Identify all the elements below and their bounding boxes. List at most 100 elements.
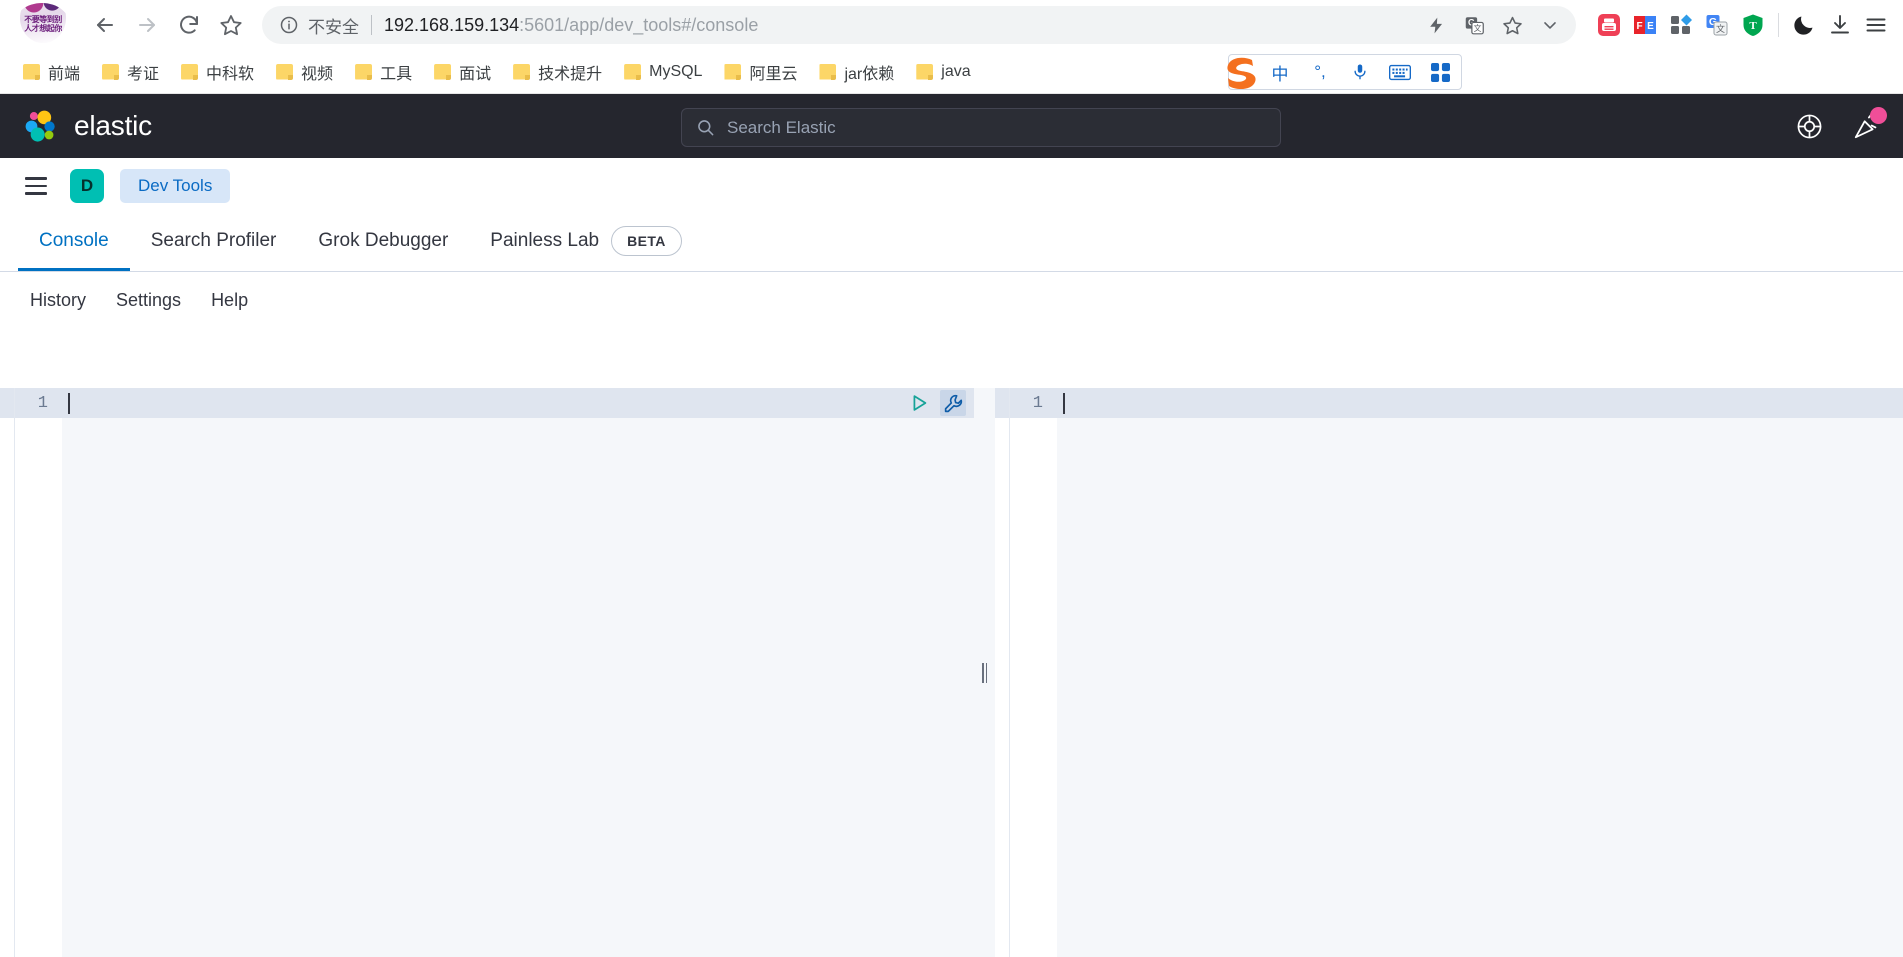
bookmark-item[interactable]: 阿里云 bbox=[715, 56, 806, 88]
sogou-ime-toolbar: 中 °, bbox=[1227, 54, 1462, 90]
editor-splitter-handle[interactable] bbox=[974, 388, 995, 957]
bookmark-item[interactable]: 技术提升 bbox=[504, 56, 611, 88]
response-line-content[interactable] bbox=[1057, 388, 1903, 418]
tab-search-profiler[interactable]: Search Profiler bbox=[130, 214, 298, 271]
response-editor-pane[interactable]: 1 bbox=[995, 388, 1903, 957]
svg-text:文: 文 bbox=[1716, 23, 1725, 34]
help-icon bbox=[1797, 114, 1821, 138]
extension-divider bbox=[1778, 13, 1779, 37]
hamburger-bar bbox=[25, 192, 47, 195]
response-gutter-edge bbox=[1009, 388, 1010, 957]
ime-toolbox-button[interactable] bbox=[1427, 59, 1453, 85]
breadcrumb-dev-tools[interactable]: Dev Tools bbox=[120, 169, 231, 203]
omnibox-expand-button[interactable] bbox=[1532, 7, 1568, 43]
tab-label: Search Profiler bbox=[150, 230, 277, 251]
hamburger-bar bbox=[25, 177, 47, 180]
shield-icon: T bbox=[1743, 14, 1763, 36]
bookmark-item[interactable]: jar依赖 bbox=[810, 56, 903, 88]
request-text-area[interactable] bbox=[62, 418, 974, 957]
folder-icon bbox=[819, 64, 837, 80]
browser-toolbar: 不要等到别人才想起你 不安全 192.168.159.134:5601/app/… bbox=[0, 0, 1903, 50]
bookmark-item[interactable]: 前端 bbox=[14, 56, 89, 88]
grid-icon bbox=[1671, 14, 1692, 34]
elastic-brand-text: elastic bbox=[74, 110, 152, 141]
profile-avatar[interactable]: 不要等到别人才想起你 bbox=[14, 3, 70, 47]
subnav-help-button[interactable]: Help bbox=[199, 284, 260, 317]
ime-soft-keyboard-button[interactable] bbox=[1387, 59, 1413, 85]
response-active-line: 1 bbox=[995, 388, 1903, 418]
bookmark-item[interactable]: 中科软 bbox=[172, 56, 263, 88]
tampermonkey-extension-icon[interactable]: T bbox=[1740, 12, 1766, 38]
response-text-area bbox=[1057, 418, 1903, 957]
subnav-settings-button[interactable]: Settings bbox=[104, 284, 193, 317]
space-avatar[interactable]: D bbox=[70, 169, 104, 203]
tab-console[interactable]: Console bbox=[18, 214, 130, 271]
bookmark-label: 工具 bbox=[380, 65, 413, 83]
ime-punctuation-mode-button[interactable]: °, bbox=[1307, 59, 1333, 85]
primary-nav-toggle-button[interactable] bbox=[18, 168, 54, 204]
bookmark-item[interactable]: 考证 bbox=[93, 56, 168, 88]
svg-text:T: T bbox=[1749, 20, 1757, 32]
google-translate-icon: G 文 bbox=[1706, 15, 1728, 36]
ime-chinese-mode-button[interactable]: 中 bbox=[1267, 59, 1293, 85]
back-button[interactable] bbox=[84, 4, 126, 46]
sogou-s-icon bbox=[1227, 57, 1256, 90]
search-icon bbox=[698, 120, 714, 136]
google-translate-extension-icon[interactable]: G 文 bbox=[1704, 12, 1730, 38]
global-search-input[interactable]: Search Elastic bbox=[681, 108, 1281, 147]
bookmark-item[interactable]: 面试 bbox=[425, 56, 500, 88]
chrome-menu-button-icon[interactable] bbox=[1863, 12, 1889, 38]
hamburger-bar bbox=[25, 184, 47, 188]
response-editor-body[interactable] bbox=[995, 418, 1903, 957]
security-status-label: 不安全 bbox=[308, 17, 359, 37]
help-icon-button[interactable] bbox=[1793, 110, 1825, 142]
console-editor-area: 1 1 bbox=[0, 388, 1903, 957]
bookmark-star-button[interactable] bbox=[210, 4, 252, 46]
url-host: 192.168.159.134 bbox=[384, 14, 520, 35]
downloads-button-icon[interactable] bbox=[1827, 12, 1853, 38]
flash-icon bbox=[1429, 17, 1442, 33]
apps-grid-extension-icon[interactable] bbox=[1668, 12, 1694, 38]
request-actions-menu-button[interactable] bbox=[940, 390, 966, 416]
folder-icon bbox=[724, 64, 742, 80]
extension-strip: F E G 文 T bbox=[1596, 12, 1889, 38]
announcements-icon-button[interactable] bbox=[1851, 107, 1887, 142]
elastic-logo-link[interactable]: elastic bbox=[22, 107, 152, 145]
address-bar[interactable]: 不安全 192.168.159.134:5601/app/dev_tools#/… bbox=[262, 6, 1576, 44]
bookmark-item[interactable]: 视频 bbox=[267, 56, 342, 88]
send-request-button[interactable] bbox=[906, 390, 932, 416]
request-line-content[interactable] bbox=[62, 388, 974, 418]
elastic-logo-icon bbox=[25, 110, 55, 142]
forward-button[interactable] bbox=[126, 4, 168, 46]
tab-grok-debugger[interactable]: Grok Debugger bbox=[297, 214, 469, 271]
tab-label: Painless Lab bbox=[490, 230, 600, 251]
site-info-icon[interactable] bbox=[278, 14, 300, 36]
request-editor-pane[interactable]: 1 bbox=[0, 388, 974, 957]
reload-button[interactable] bbox=[168, 4, 210, 46]
fe-icon: F E bbox=[1634, 16, 1656, 34]
tab-painless-lab[interactable]: Painless Lab BETA bbox=[469, 214, 702, 271]
dev-tools-tablist: Console Search Profiler Grok Debugger Pa… bbox=[0, 214, 1903, 272]
fe-extension-icon[interactable]: F E bbox=[1632, 12, 1658, 38]
request-gutter-edge bbox=[14, 388, 15, 957]
bookmark-item[interactable]: 工具 bbox=[346, 56, 421, 88]
svg-text:文: 文 bbox=[1473, 23, 1481, 33]
request-text-caret bbox=[68, 393, 70, 414]
flash-icon-button[interactable] bbox=[1418, 7, 1454, 43]
download-icon bbox=[1831, 15, 1849, 34]
folder-icon bbox=[23, 64, 40, 80]
request-editor-body[interactable] bbox=[0, 418, 974, 957]
info-circle-icon bbox=[280, 16, 298, 34]
printer-extension-icon[interactable] bbox=[1596, 12, 1622, 38]
dark-mode-toggle-icon[interactable] bbox=[1791, 12, 1817, 38]
bookmark-item[interactable]: MySQL bbox=[615, 59, 711, 85]
chevron-down-icon bbox=[1544, 22, 1556, 29]
subnav-history-button[interactable]: History bbox=[18, 284, 98, 317]
folder-icon bbox=[276, 64, 294, 80]
bookmark-item[interactable]: java bbox=[907, 59, 979, 85]
add-bookmark-button[interactable] bbox=[1494, 7, 1530, 43]
sogou-logo-icon[interactable] bbox=[1221, 53, 1263, 93]
translate-page-button[interactable]: G 文 bbox=[1456, 7, 1492, 43]
ime-voice-input-button[interactable] bbox=[1347, 59, 1373, 85]
four-squares-icon bbox=[1430, 62, 1450, 82]
